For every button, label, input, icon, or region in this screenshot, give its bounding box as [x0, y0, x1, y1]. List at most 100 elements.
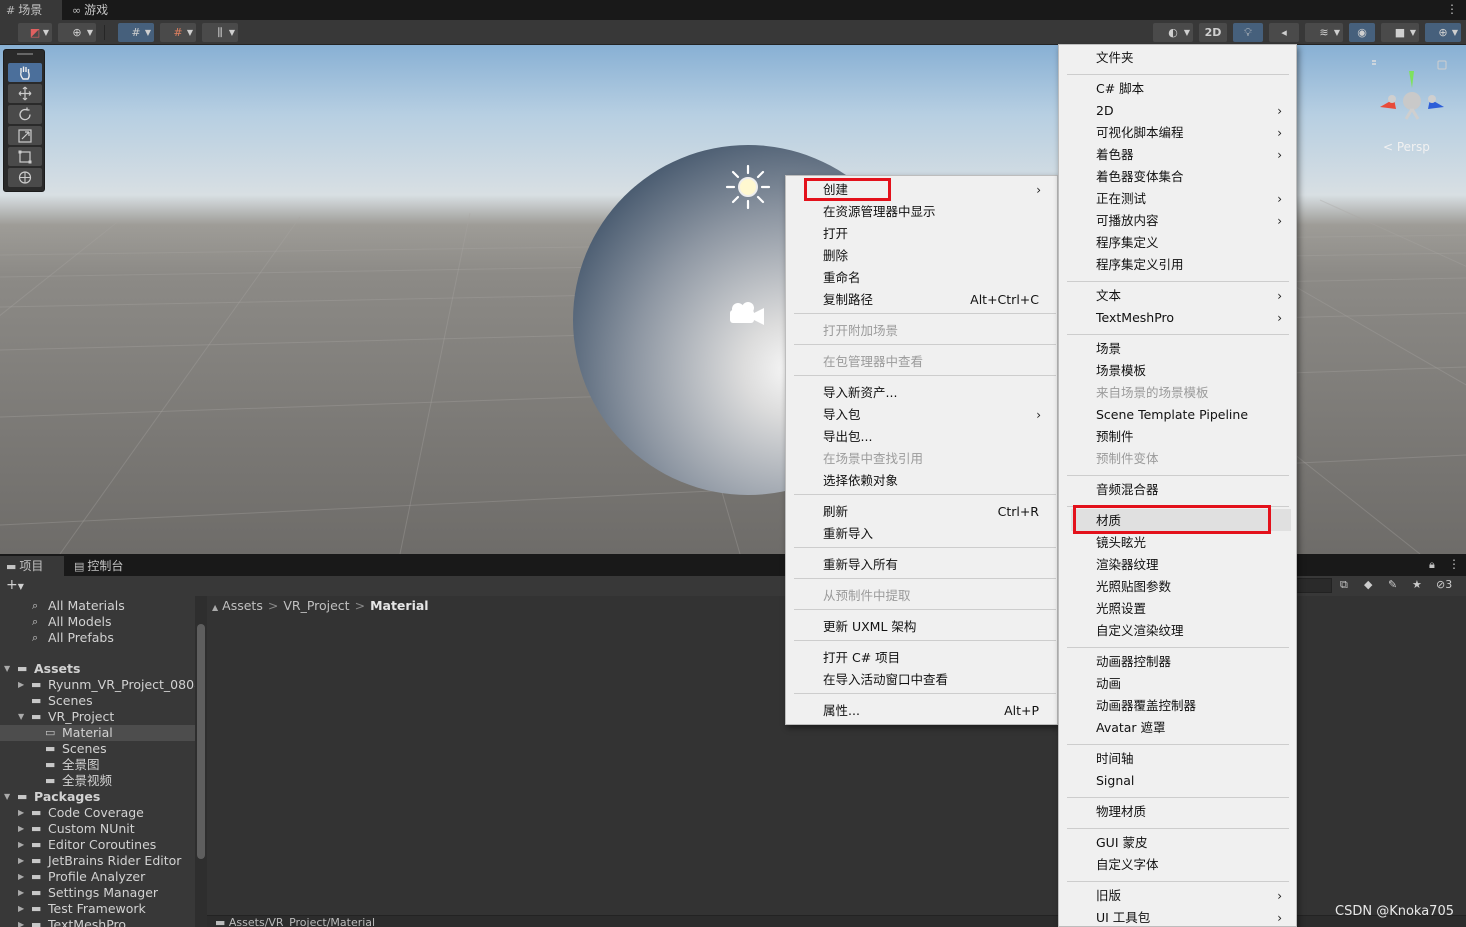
context-menu-item[interactable]: 重命名	[786, 267, 1039, 289]
create-menu-item[interactable]: 自定义字体	[1059, 854, 1296, 876]
lighting-toggle-button[interactable]: 💡︎	[1233, 23, 1263, 42]
rotate-tool-button[interactable]	[8, 105, 42, 124]
context-menu-item[interactable]: 复制路径 Alt+Ctrl+C	[786, 289, 1039, 311]
create-menu-item[interactable]: 光照设置	[1059, 598, 1296, 620]
hand-tool-button[interactable]	[8, 63, 42, 82]
create-menu-item[interactable]: 文件夹	[1059, 47, 1296, 69]
expand-right-icon[interactable]: ▶	[18, 917, 24, 927]
context-menu-item[interactable]: 选择依赖对象	[786, 470, 1039, 492]
label-tag-icon[interactable]: ✎	[1388, 578, 1397, 591]
context-menu-item[interactable]: 属性... Alt+P	[786, 700, 1039, 722]
tab-game[interactable]: ∞ 游戏	[66, 0, 126, 20]
create-menu-item[interactable]: C# 脚本	[1059, 78, 1296, 100]
audio-toggle-button[interactable]: ◂	[1269, 23, 1299, 42]
add-asset-button[interactable]: +▼	[6, 577, 24, 593]
tree-item[interactable]: ▶ ▬ Settings Manager	[0, 885, 195, 901]
create-menu-item[interactable]: 可视化脚本编程 ›	[1059, 122, 1296, 144]
favorite-item[interactable]: ⌕ All Materials	[0, 598, 195, 614]
tab-console[interactable]: ▤ 控制台	[68, 556, 138, 576]
create-menu-item[interactable]: 音频混合器	[1059, 479, 1296, 501]
breadcrumb-collapse-icon[interactable]: ▲	[212, 603, 218, 612]
context-menu-item[interactable]: 删除	[786, 245, 1039, 267]
draw-mode-dropdown[interactable]: ◩ ▼	[18, 23, 52, 42]
tree-item[interactable]: ▶ ▬ Editor Coroutines	[0, 837, 195, 853]
create-menu-item[interactable]: 2D ›	[1059, 100, 1296, 122]
context-menu-item[interactable]: 更新 UXML 架构	[786, 616, 1039, 638]
create-menu-item[interactable]: 动画	[1059, 673, 1296, 695]
expand-right-icon[interactable]: ▶	[18, 885, 24, 901]
tree-item[interactable]: ▬ 全景视频	[0, 773, 195, 789]
create-menu-item[interactable]: 渲染器纹理	[1059, 554, 1296, 576]
tree-item[interactable]: ▼ ▬ Assets	[0, 661, 195, 677]
create-menu-item[interactable]: Avatar 遮罩	[1059, 717, 1296, 739]
create-menu-item[interactable]: 镜头眩光	[1059, 532, 1296, 554]
context-menu-item[interactable]: 导出包...	[786, 426, 1039, 448]
create-menu-item[interactable]: 着色器 ›	[1059, 144, 1296, 166]
favorite-item[interactable]: ⌕ All Models	[0, 614, 195, 630]
scale-tool-button[interactable]	[8, 126, 42, 145]
context-menu-item[interactable]: 在资源管理器中显示	[786, 201, 1039, 223]
create-menu-item[interactable]: 可播放内容 ›	[1059, 210, 1296, 232]
search-by-type-icon[interactable]: ⧉	[1340, 578, 1348, 592]
context-menu-item[interactable]: 打开	[786, 223, 1039, 245]
hidden-packages-button[interactable]: ⊘3	[1436, 578, 1452, 591]
grid-snap-button[interactable]: # ▼	[118, 23, 154, 42]
expand-right-icon[interactable]: ▶	[18, 869, 24, 885]
tree-item[interactable]: ▶ ▬ Code Coverage	[0, 805, 195, 821]
context-menu-item[interactable]: 导入包 ›	[786, 404, 1041, 426]
create-menu-item[interactable]: 时间轴	[1059, 748, 1296, 770]
rect-tool-button[interactable]	[8, 147, 42, 166]
create-menu-item[interactable]: 正在测试 ›	[1059, 188, 1296, 210]
create-menu-item[interactable]: Signal	[1059, 770, 1296, 792]
expand-right-icon[interactable]: ▶	[18, 805, 24, 821]
create-menu-item[interactable]: UI 工具包 ›	[1059, 907, 1296, 927]
breadcrumb-item[interactable]: VR_Project	[283, 598, 349, 613]
scene-visibility-button[interactable]: ◉	[1349, 23, 1375, 42]
create-menu-item[interactable]: GUI 蒙皮	[1059, 832, 1296, 854]
create-menu-item[interactable]: TextMeshPro ›	[1059, 307, 1296, 329]
lock-icon[interactable]: 🔒︎	[1429, 558, 1435, 572]
create-menu-item[interactable]: 物理材质	[1059, 801, 1296, 823]
create-menu-item[interactable]: 动画器覆盖控制器	[1059, 695, 1296, 717]
move-tool-button[interactable]	[8, 84, 42, 103]
create-menu-item[interactable]: 程序集定义引用	[1059, 254, 1296, 276]
expand-right-icon[interactable]: ▶	[18, 677, 24, 693]
create-menu-item[interactable]: 光照贴图参数	[1059, 576, 1296, 598]
breadcrumb-current[interactable]: Material	[370, 598, 429, 613]
scrollbar-thumb[interactable]	[197, 624, 205, 859]
directional-light-icon[interactable]	[724, 163, 772, 211]
tree-item[interactable]: ▬ Scenes	[0, 693, 195, 709]
context-menu-item[interactable]: 重新导入所有	[786, 554, 1039, 576]
favorite-item[interactable]: ⌕ All Prefabs	[0, 630, 195, 646]
expand-right-icon[interactable]: ▶	[18, 901, 24, 917]
grid-visibility-button[interactable]: ⫼ ▼	[202, 23, 238, 42]
search-input[interactable]	[1296, 578, 1332, 593]
create-menu-item[interactable]: Scene Template Pipeline	[1059, 404, 1296, 426]
tree-item[interactable]: ▶ ▬ JetBrains Rider Editor	[0, 853, 195, 869]
tree-item[interactable]: ▶ ▬ Test Framework	[0, 901, 195, 917]
tree-item[interactable]: ▶ ▬ TextMeshPro	[0, 917, 195, 927]
tree-item[interactable]: ▬ Scenes	[0, 741, 195, 757]
create-menu-item[interactable]: 着色器变体集合	[1059, 166, 1296, 188]
expand-right-icon[interactable]: ▶	[18, 837, 24, 853]
tree-item[interactable]: ▶ ▬ Profile Analyzer	[0, 869, 195, 885]
tree-item[interactable]: ▬ 全景图	[0, 757, 195, 773]
filter-type-icon[interactable]: ◆	[1364, 578, 1372, 591]
expand-down-icon[interactable]: ▼	[4, 661, 10, 677]
camera-dropdown[interactable]: ■ ▼	[1381, 23, 1419, 42]
create-menu-item[interactable]: 动画器控制器	[1059, 651, 1296, 673]
projection-label[interactable]: < Persp	[1383, 140, 1430, 154]
tree-item[interactable]: ▭ Material	[0, 725, 195, 741]
tab-scene[interactable]: # 场景	[0, 0, 62, 20]
create-menu-item[interactable]: 文本 ›	[1059, 285, 1296, 307]
expand-right-icon[interactable]: ▶	[18, 853, 24, 869]
create-menu-item[interactable]: 场景	[1059, 338, 1296, 360]
gizmos-dropdown[interactable]: ⊕ ▼	[1425, 23, 1461, 42]
tab-project[interactable]: ▬ 项目	[0, 556, 64, 576]
tree-item[interactable]: ▶ ▬ Ryunm_VR_Project_0808	[0, 677, 195, 693]
main-camera-icon[interactable]	[726, 297, 766, 329]
create-menu-item[interactable]: 场景模板	[1059, 360, 1296, 382]
create-menu-item[interactable]: 预制件	[1059, 426, 1296, 448]
tree-scrollbar[interactable]	[195, 596, 207, 927]
tree-item[interactable]: ▼ ▬ Packages	[0, 789, 195, 805]
